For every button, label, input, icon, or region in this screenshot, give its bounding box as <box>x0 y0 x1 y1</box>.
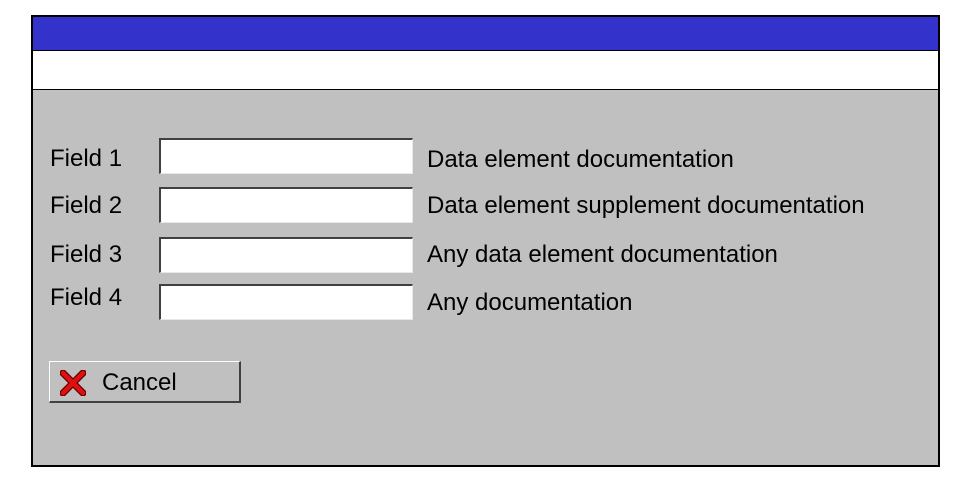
field-4-input[interactable] <box>159 284 413 320</box>
field-2-label: Field 2 <box>50 192 123 219</box>
cancel-button[interactable]: Cancel <box>49 361 241 403</box>
field-1-label: Field 1 <box>50 145 123 172</box>
dialog-window: Field 1 Data element documentation Field… <box>31 15 940 467</box>
cancel-label: Cancel <box>102 369 177 396</box>
field-4-label: Field 4 <box>50 284 123 311</box>
field-2-doc: Data element supplement documentation <box>427 192 865 219</box>
field-3-input[interactable] <box>159 237 413 273</box>
field-4-doc: Any documentation <box>427 289 633 316</box>
title-bar[interactable] <box>33 17 938 51</box>
field-2-input[interactable] <box>159 187 413 223</box>
field-1-input[interactable] <box>159 138 413 174</box>
red-x-icon <box>59 369 87 397</box>
field-3-doc: Any data element documentation <box>427 241 778 268</box>
field-1-doc: Data element documentation <box>427 146 734 173</box>
field-3-label: Field 3 <box>50 241 123 268</box>
menu-bar <box>33 51 938 90</box>
form-panel: Field 1 Data element documentation Field… <box>33 90 938 465</box>
